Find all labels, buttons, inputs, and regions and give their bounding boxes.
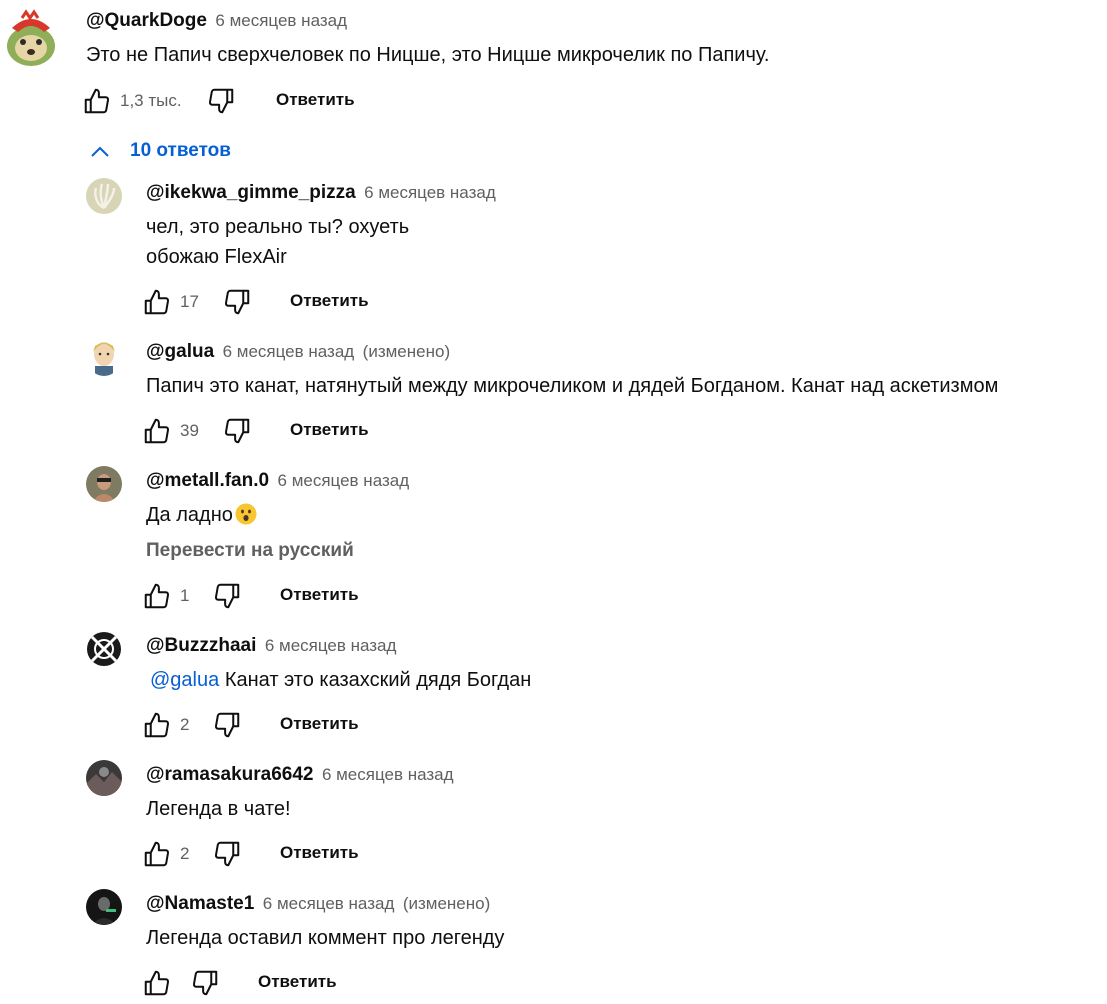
like-icon[interactable] bbox=[142, 581, 172, 611]
reply-button[interactable]: Ответить bbox=[280, 714, 359, 734]
dislike-icon[interactable] bbox=[190, 968, 220, 998]
comment-author[interactable]: @ramasakura6642 bbox=[146, 764, 313, 785]
comment-author[interactable]: @QuarkDoge bbox=[86, 10, 207, 31]
doge-avatar-icon bbox=[4, 8, 58, 68]
like-icon[interactable] bbox=[142, 968, 172, 998]
dislike-icon[interactable] bbox=[222, 416, 252, 446]
comment-timestamp[interactable]: 6 месяцев назад bbox=[265, 636, 397, 655]
comment-actions: 17 Ответить bbox=[142, 287, 542, 323]
comment-actions: 2 Ответить bbox=[142, 839, 542, 875]
comment-text: Да ладно bbox=[146, 500, 257, 530]
like-icon[interactable] bbox=[82, 86, 112, 116]
chevron-up-icon bbox=[91, 146, 109, 157]
dislike-icon[interactable] bbox=[212, 581, 242, 611]
comment-text-line: Легенда в чате! bbox=[146, 798, 291, 820]
comment-thread: @QuarkDoge 6 месяцев назад Это не Папич … bbox=[0, 0, 1107, 996]
like-count: 2 bbox=[180, 715, 190, 734]
comment-text-line: Легенда оставил коммент про легенду bbox=[146, 927, 505, 949]
like-count: 1 bbox=[180, 586, 190, 605]
replies-toggle-label: 10 ответов bbox=[130, 140, 231, 161]
comment-actions: 39 Ответить bbox=[142, 416, 542, 452]
avatar[interactable] bbox=[4, 8, 58, 68]
dislike-icon[interactable] bbox=[212, 839, 242, 869]
comment-text-line: Канат это казахский дядя Богдан bbox=[224, 669, 532, 691]
like-count: 2 bbox=[180, 844, 190, 863]
dislike-icon[interactable] bbox=[206, 86, 236, 116]
comment-actions: 1,3 тыс. Ответить bbox=[80, 86, 480, 122]
comment-actions: Ответить bbox=[142, 968, 542, 1004]
translate-link[interactable]: Перевести на русский bbox=[146, 540, 354, 562]
reply-button[interactable]: Ответить bbox=[280, 585, 359, 605]
comment-author[interactable]: @metall.fan.0 bbox=[146, 470, 269, 491]
dislike-icon[interactable] bbox=[222, 287, 252, 317]
like-icon[interactable] bbox=[142, 710, 172, 740]
like-icon[interactable] bbox=[142, 839, 172, 869]
comment-text: Это не Папич сверхчеловек по Ницше, это … bbox=[86, 44, 770, 66]
reply-button[interactable]: Ответить bbox=[276, 90, 355, 110]
comment-text-line: чел, это реально ты? охуеть bbox=[146, 216, 410, 238]
like-icon[interactable] bbox=[142, 416, 172, 446]
reply-button[interactable]: Ответить bbox=[258, 972, 337, 992]
astonished-face-emoji-icon bbox=[235, 503, 257, 525]
avatar[interactable] bbox=[86, 178, 122, 214]
like-icon[interactable] bbox=[142, 287, 172, 317]
comment-author[interactable]: @galua bbox=[146, 341, 214, 362]
reply-button[interactable]: Ответить bbox=[290, 420, 369, 440]
edited-label: (изменено) bbox=[362, 342, 451, 361]
comment-actions: 2 Ответить bbox=[142, 710, 542, 746]
like-count: 39 bbox=[180, 421, 199, 440]
avatar[interactable] bbox=[86, 631, 122, 667]
like-count: 17 bbox=[180, 292, 199, 311]
comment-author[interactable]: @ikekwa_gimme_pizza bbox=[146, 182, 356, 203]
comment-text-line: Папич это канат, натянутый между микроче… bbox=[146, 375, 999, 397]
comment-author[interactable]: @Buzzzhaai bbox=[146, 635, 256, 656]
mention-link[interactable]: @galua bbox=[150, 669, 219, 691]
avatar[interactable] bbox=[86, 466, 122, 502]
comment-timestamp[interactable]: 6 месяцев назад bbox=[223, 342, 355, 361]
reply-button[interactable]: Ответить bbox=[280, 843, 359, 863]
comment-timestamp[interactable]: 6 месяцев назад bbox=[322, 765, 454, 784]
comment-actions: 1 Ответить bbox=[142, 581, 542, 617]
comment-timestamp[interactable]: 6 месяцев назад bbox=[364, 183, 496, 202]
avatar[interactable] bbox=[86, 336, 122, 376]
comment-timestamp[interactable]: 6 месяцев назад bbox=[263, 894, 395, 913]
comment-timestamp[interactable]: 6 месяцев назад bbox=[215, 11, 347, 30]
like-count: 1,3 тыс. bbox=[120, 91, 182, 110]
comment-timestamp[interactable]: 6 месяцев назад bbox=[278, 471, 410, 490]
avatar[interactable] bbox=[86, 889, 122, 925]
reply-button[interactable]: Ответить bbox=[290, 291, 369, 311]
dislike-icon[interactable] bbox=[212, 710, 242, 740]
comment-text: @galua Канат это казахский дядя Богдан bbox=[146, 665, 531, 695]
comment-text-line: обожаю FlexAir bbox=[146, 246, 287, 268]
edited-label: (изменено) bbox=[402, 894, 491, 913]
comment-text-line: Да ладно bbox=[146, 504, 233, 526]
avatar[interactable] bbox=[86, 760, 122, 796]
comment-author[interactable]: @Namaste1 bbox=[146, 893, 254, 914]
